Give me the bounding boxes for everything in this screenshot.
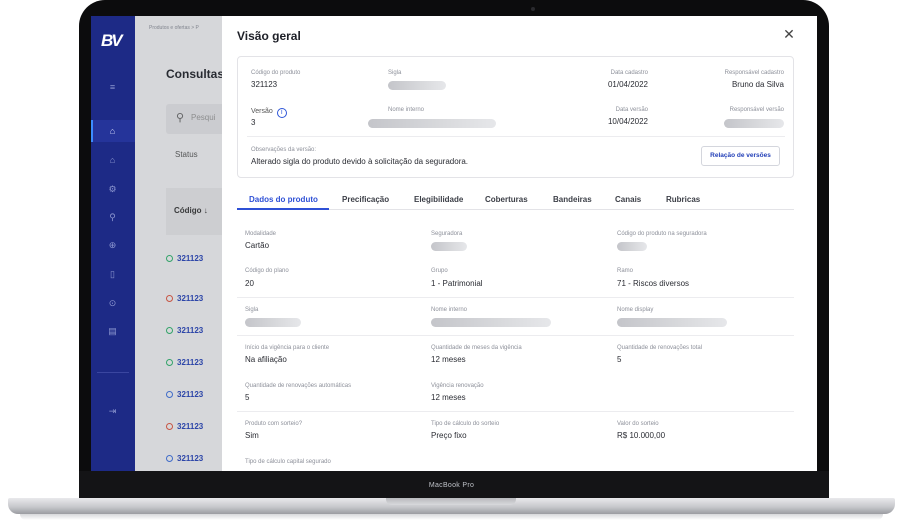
alert-icon[interactable]: ⊙ [107,298,118,309]
section-divider [237,297,794,298]
internal-name-redacted [368,119,496,128]
tab-precificacao[interactable]: Precificação [342,195,389,204]
section-divider [237,411,794,412]
field-label: Quantidade de renovações total [617,345,703,351]
tab-rubricas[interactable]: Rubricas [666,195,700,204]
version-date-value: 10/04/2022 [607,117,648,126]
tab-bar: Dados do produto Precificação Elegibilid… [237,194,794,210]
shield-icon[interactable]: ⌂ [107,155,118,166]
device-label: MacBook Pro [428,482,475,489]
field-label: Tipo de cálculo capital segurado [245,459,331,465]
sigla-value-redacted [388,81,446,90]
tab-dados-produto[interactable]: Dados do produto [249,195,318,204]
product-code-value: 321123 [251,80,278,89]
box-icon[interactable]: ⚲ [107,212,118,223]
field-label: Tipo de cálculo do sorteio [431,421,500,427]
field-value: 5 [617,355,622,364]
field-label: Valor do sorteio [617,421,659,427]
field-value: 1 - Patrimonial [431,279,483,288]
logout-icon[interactable]: ⇥ [107,406,118,417]
field-value: Na afiliação [245,355,287,364]
field-value: 71 - Riscos diversos [617,279,690,288]
home-icon[interactable]: ⌂ [107,126,118,137]
field-label: Nome interno [431,307,468,313]
screen: BV ≡ ⌂ ⌂ ⚙ ⚲ ⊕ ▯ ⊙ ▤ ⇥ Produtos e oferta… [91,16,817,471]
field-label: Produto com sorteio? [245,421,303,427]
file-icon[interactable]: ▤ [107,326,118,337]
version-label: Versão i [251,108,287,118]
field-label: Início da vigência para o cliente [245,345,330,351]
settings-icon[interactable]: ⚙ [107,184,118,195]
product-code-label: Código do produto [251,70,301,76]
created-date-value: 01/04/2022 [607,80,648,89]
overview-panel: Visão geral ✕ Código do produto 321123 S… [222,16,817,471]
notes-label: Observações da versão: [251,147,317,153]
tab-elegibilidade[interactable]: Elegibilidade [414,195,463,204]
sidebar: BV ≡ ⌂ ⌂ ⚙ ⚲ ⊕ ▯ ⊙ ▤ ⇥ [91,16,135,471]
globe-icon[interactable]: ⊕ [107,240,118,251]
camera-dot [531,7,535,11]
created-date-label: Data cadastro [610,70,648,76]
field-label: Ramo [617,268,634,274]
laptop-notch [386,498,516,505]
field-value-redacted [617,318,727,327]
field-label: Vigência renovação [431,383,484,389]
created-by-label: Responsável cadastro [724,70,784,76]
internal-name-label: Nome interno [388,107,425,113]
field-value: Cartão [245,241,270,250]
field-value-redacted [245,318,301,327]
document-icon[interactable]: ▯ [107,269,118,280]
brand-logo: BV [101,31,123,50]
field-value-redacted [431,318,551,327]
version-owner-redacted [724,119,784,128]
tab-coberturas[interactable]: Coberturas [485,195,528,204]
version-date-label: Data versão [615,107,648,113]
menu-icon[interactable]: ≡ [107,82,118,93]
field-value: 20 [245,279,254,288]
field-value: R$ 10.000,00 [617,431,666,440]
laptop-shadow [20,514,883,520]
sidebar-divider [97,372,129,373]
field-value-redacted [431,242,467,251]
notes-value: Alterado sigla do produto devido à solic… [251,157,469,166]
field-label: Sigla [245,307,259,313]
tab-canais[interactable]: Canais [615,195,641,204]
info-icon[interactable]: i [276,108,287,118]
field-value: Preço fixo [431,431,467,440]
section-divider [237,335,794,336]
created-by-value: Bruno da Silva [731,80,784,89]
field-value: 12 meses [431,355,466,364]
field-label: Código do plano [245,268,289,274]
field-value-redacted [617,242,647,251]
versions-list-button[interactable]: Relação de versões [701,146,780,166]
panel-title: Visão geral [237,29,301,43]
field-label: Código do produto na seguradora [617,231,707,237]
close-icon[interactable]: ✕ [781,26,797,43]
version-value: 3 [251,118,256,127]
field-label: Quantidade de renovações automáticas [245,383,352,389]
field-value: 12 meses [431,393,466,402]
field-label: Nome display [617,307,654,313]
tab-bandeiras[interactable]: Bandeiras [553,195,592,204]
sigla-label: Sigla [388,70,402,76]
field-label: Seguradora [431,231,463,237]
field-value: Sim [245,431,259,440]
version-owner-label: Responsável versão [729,107,784,113]
summary-card: Código do produto 321123 Sigla Data cada… [237,56,794,178]
field-label: Grupo [431,268,448,274]
card-divider [247,136,785,137]
active-tab-indicator [237,208,329,210]
field-label: Modalidade [245,231,277,237]
field-label: Quantidade de meses da vigência [431,345,522,351]
field-value: 5 [245,393,250,402]
